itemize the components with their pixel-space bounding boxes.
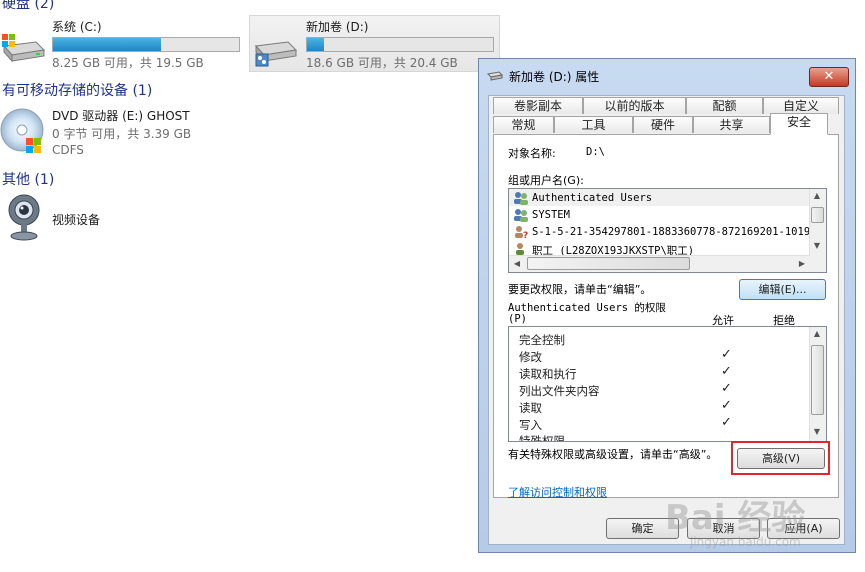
permission-read-execute: 读取和执行 xyxy=(519,367,577,381)
tab-quota[interactable]: 配额 xyxy=(686,97,763,114)
tab-tools[interactable]: 工具 xyxy=(554,116,633,133)
close-icon: ✕ xyxy=(823,69,835,84)
dvd-drive-icon xyxy=(0,104,46,156)
group-other-label: 其他 (1) xyxy=(2,172,55,188)
drive-d-icon xyxy=(252,28,298,68)
allow-check-icon: ✓ xyxy=(721,347,732,362)
allow-check-icon: ✓ xyxy=(721,398,732,413)
permissions-vscroll-thumb[interactable] xyxy=(811,345,824,415)
drive-c-icon xyxy=(0,28,46,64)
scroll-up-icon[interactable]: ▲ xyxy=(810,329,824,338)
users-listbox[interactable]: Authenticated Users SYSTEM ? S-1-5-21-35… xyxy=(508,188,827,273)
group-users-label: 组或用户名(G): xyxy=(508,174,584,187)
tab-security[interactable]: 安全 xyxy=(770,113,828,135)
drive-icon xyxy=(486,69,504,81)
dvd-drive-filesystem: CDFS xyxy=(52,143,84,157)
permissions-key-label: (P) xyxy=(508,313,527,325)
drive-d-name[interactable]: 新加卷 (D:) xyxy=(306,18,368,35)
dialog-title: 新加卷 (D:) 属性 xyxy=(509,70,600,84)
tab-shadow-copies[interactable]: 卷影副本 xyxy=(493,97,583,114)
video-device-name[interactable]: 视频设备 xyxy=(52,211,100,228)
watermark-brand: Bai 经验 xyxy=(665,498,806,538)
unknown-user-icon: ? xyxy=(513,225,529,242)
scroll-left-icon[interactable]: ◀ xyxy=(510,259,524,268)
webcam-icon xyxy=(6,193,42,243)
group-hard-disks[interactable]: 硬盘 (2) xyxy=(2,0,54,13)
allow-check-icon: ✓ xyxy=(721,415,732,430)
advanced-hint: 有关特殊权限或高级设置，请单击“高级”。 xyxy=(508,448,718,461)
users-hscrollbar[interactable]: ◀ ▶ xyxy=(509,255,810,272)
scroll-right-icon[interactable]: ▶ xyxy=(795,259,809,268)
permission-special: 特殊权限 xyxy=(519,434,565,442)
permissions-vscrollbar[interactable]: ▲ ▼ xyxy=(809,327,826,441)
permission-read: 读取 xyxy=(519,401,542,415)
drive-c-name[interactable]: 系统 (C:) xyxy=(52,18,102,35)
users-vscrollbar[interactable]: ▲ ▼ xyxy=(809,189,826,272)
permission-list-folder: 列出文件夹内容 xyxy=(519,384,600,398)
dvd-drive-name[interactable]: DVD 驱动器 (E:) GHOST xyxy=(52,107,190,124)
user-group-icon xyxy=(513,208,529,225)
svg-text:?: ? xyxy=(523,231,528,239)
allow-check-icon: ✓ xyxy=(721,364,732,379)
object-name-value: D:\ xyxy=(586,146,605,158)
learn-access-control-link[interactable]: 了解访问控制和权限 xyxy=(508,484,607,500)
group-other[interactable]: 其他 (1) xyxy=(2,169,54,189)
group-hard-disks-label: 硬盘 (2) xyxy=(2,0,55,12)
object-name-label: 对象名称: xyxy=(508,147,556,160)
watermark-url: jingyan.baidu.com xyxy=(690,535,801,549)
tab-hardware[interactable]: 硬件 xyxy=(633,116,693,133)
allow-check-icon: ✓ xyxy=(721,381,732,396)
tab-previous-versions[interactable]: 以前的版本 xyxy=(583,97,686,114)
tab-sharing[interactable]: 共享 xyxy=(693,116,770,133)
permissions-for-label: Authenticated Users 的权限 xyxy=(508,302,666,314)
tab-general[interactable]: 常规 xyxy=(493,116,554,133)
group-removable[interactable]: 有可移动存储的设备 (1) xyxy=(2,80,152,100)
scroll-up-icon[interactable]: ▲ xyxy=(810,191,824,200)
drive-c-usage-bar xyxy=(52,37,240,52)
permission-write: 写入 xyxy=(519,418,542,432)
drive-d-info: 18.6 GB 可用，共 20.4 GB xyxy=(306,56,458,70)
scroll-down-icon[interactable]: ▼ xyxy=(810,427,824,436)
drive-c-info: 8.25 GB 可用，共 19.5 GB xyxy=(52,56,204,70)
user-group-icon xyxy=(513,191,529,208)
close-button[interactable]: ✕ xyxy=(809,67,849,87)
tab-customize[interactable]: 自定义 xyxy=(763,97,839,114)
permission-modify: 修改 xyxy=(519,350,542,364)
permission-full-control: 完全控制 xyxy=(519,333,565,347)
users-vscroll-thumb[interactable] xyxy=(811,207,824,223)
group-removable-label: 有可移动存储的设备 (1) xyxy=(2,83,153,99)
change-permissions-hint: 要更改权限，请单击“编辑”。 xyxy=(508,283,652,296)
edit-button[interactable]: 编辑(E)... xyxy=(739,279,826,300)
scroll-down-icon[interactable]: ▼ xyxy=(810,241,824,250)
user-item-authenticated[interactable]: Authenticated Users xyxy=(532,192,652,204)
user-item-system[interactable]: SYSTEM xyxy=(532,209,570,221)
users-hscroll-thumb[interactable] xyxy=(527,257,690,270)
dvd-drive-info: 0 字节 可用，共 3.39 GB xyxy=(52,127,192,141)
drive-d-usage-bar xyxy=(306,37,494,52)
highlight-box xyxy=(731,441,830,475)
user-item-sid[interactable]: S-1-5-21-354297801-1883360778-872169201-… xyxy=(532,226,810,238)
permissions-listbox[interactable]: 完全控制 修改 ✓ 读取和执行 ✓ 列出文件夹内容 ✓ 读取 ✓ 写入 ✓ 特殊… xyxy=(508,326,827,442)
